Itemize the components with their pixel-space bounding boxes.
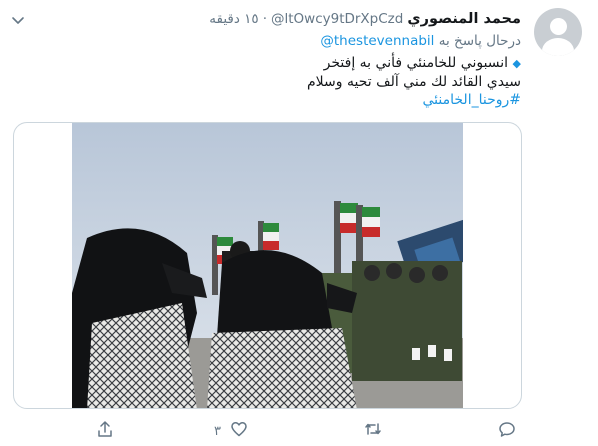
retweet-button[interactable] — [364, 418, 388, 440]
tweet[interactable]: محمد المنصوري @ltOwcy9tDrXpCzd · ١٥ دقيق… — [0, 0, 598, 446]
tweet-text-line-1-content: انسبوني للخامنئي فأني به إفتخر — [323, 55, 509, 71]
author-handle[interactable]: @ltOwcy9tDrXpCzd — [271, 11, 403, 27]
avatar-head-shape — [550, 18, 567, 35]
hashtag-link[interactable]: #روحنا_الخامنئي — [81, 91, 521, 109]
like-button[interactable] — [230, 418, 254, 440]
share-icon — [98, 421, 112, 437]
avatar[interactable] — [534, 8, 582, 56]
heart-icon — [231, 422, 247, 437]
tweet-header: محمد المنصوري @ltOwcy9tDrXpCzd · ١٥ دقيق… — [209, 9, 521, 29]
retweet-icon — [365, 423, 381, 435]
author-name[interactable]: محمد المنصوري — [407, 11, 521, 27]
reply-button[interactable] — [498, 418, 516, 440]
tweet-media[interactable] — [13, 122, 522, 409]
tweet-text-line-2: سيدي القائد لك مني آلف تحيه وسلام — [307, 74, 521, 90]
share-button[interactable] — [96, 418, 114, 440]
avatar-body-shape — [542, 38, 574, 56]
tweet-photo[interactable] — [72, 123, 463, 409]
tweet-text-line-1: ◆ انسبوني للخامنئي فأني به إفتخر — [81, 54, 521, 73]
reply-prefix: درحال پاسخ به — [438, 33, 521, 49]
reply-mention-link[interactable]: @thestevennabil — [320, 33, 434, 49]
chevron-down-icon[interactable] — [10, 12, 26, 28]
reply-context: درحال پاسخ به @thestevennabil — [320, 33, 521, 49]
reply-count: ٣ — [214, 423, 221, 439]
tweet-time[interactable]: ١٥ دقيقه — [209, 11, 258, 27]
separator-dot: · — [262, 11, 267, 27]
diamond-icon: ◆ — [512, 57, 521, 70]
reply-icon — [499, 422, 515, 437]
tweet-actions: ٣ — [0, 418, 598, 442]
tweet-text: ◆ انسبوني للخامنئي فأني به إفتخر سيدي ال… — [81, 54, 521, 109]
